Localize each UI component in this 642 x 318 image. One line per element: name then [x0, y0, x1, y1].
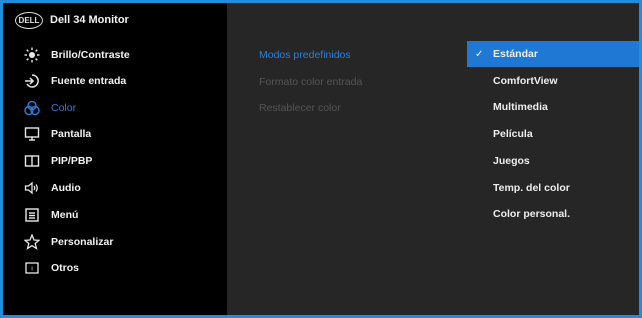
option-juegos[interactable]: Juegos	[467, 148, 639, 174]
sidebar-item-label: Brillo/Contraste	[51, 49, 130, 61]
sidebar-item-label: Pantalla	[51, 128, 92, 140]
sidebar-item-label: Personalizar	[51, 236, 114, 248]
sidebar-item-fuente-entrada[interactable]: Fuente entrada	[3, 68, 227, 94]
submenu-item-modos-predefinidos[interactable]: Modos predefinidos	[259, 49, 351, 61]
display-icon	[24, 126, 40, 142]
sidebar-item-label: Otros	[51, 262, 80, 274]
check-icon: ✓	[475, 48, 484, 60]
input-source-icon	[24, 73, 40, 89]
option-color-personal[interactable]: Color personal.	[467, 201, 639, 227]
option-label: Multimedia	[493, 101, 548, 113]
brightness-icon	[24, 47, 40, 63]
audio-icon	[24, 180, 40, 196]
osd-sidebar: DELL Dell 34 Monitor Brillo/Contraste Fu…	[3, 3, 227, 315]
submenu-item-restablecer-color[interactable]: Restablecer color	[259, 102, 341, 114]
preset-modes-options: ✓ Estándar ComfortView Multimedia Pelícu…	[467, 3, 639, 315]
others-icon: i	[24, 260, 40, 276]
sidebar-item-otros[interactable]: i Otros	[3, 255, 227, 281]
option-label: Temp. del color	[493, 182, 570, 194]
sidebar-item-personalizar[interactable]: Personalizar	[3, 229, 227, 255]
option-temp-del-color[interactable]: Temp. del color	[467, 175, 639, 201]
sidebar-item-pip-pbp[interactable]: PIP/PBP	[3, 148, 227, 174]
option-comfortview[interactable]: ComfortView	[467, 68, 639, 94]
sidebar-item-pantalla[interactable]: Pantalla	[3, 121, 227, 147]
star-icon	[24, 234, 40, 250]
option-label: Película	[493, 128, 533, 140]
svg-text:i: i	[31, 267, 32, 273]
option-label: Estándar	[493, 48, 538, 60]
option-label: ComfortView	[493, 75, 558, 87]
sidebar-item-label: Color	[51, 102, 77, 114]
sidebar-item-audio[interactable]: Audio	[3, 175, 227, 201]
sidebar-item-label: Audio	[51, 182, 81, 194]
pip-pbp-icon	[24, 153, 40, 169]
sidebar-item-brillo-contraste[interactable]: Brillo/Contraste	[3, 42, 227, 68]
monitor-model-title: Dell 34 Monitor	[50, 14, 129, 26]
option-multimedia[interactable]: Multimedia	[467, 94, 639, 120]
osd-header: DELL Dell 34 Monitor	[3, 3, 227, 39]
submenu-item-formato-color-entrada[interactable]: Formato color entrada	[259, 76, 362, 88]
color-submenu: Modos predefinidos Formato color entrada…	[227, 3, 467, 315]
menu-icon	[24, 207, 40, 223]
option-label: Juegos	[493, 155, 530, 167]
sidebar-item-label: Fuente entrada	[51, 75, 127, 87]
sidebar-item-color[interactable]: Color	[3, 95, 227, 121]
sidebar-item-label: PIP/PBP	[51, 155, 93, 167]
sidebar-item-label: Menú	[51, 209, 79, 221]
option-pelicula[interactable]: Película	[467, 121, 639, 147]
option-estandar[interactable]: ✓ Estándar	[467, 41, 639, 67]
sidebar-item-menu[interactable]: Menú	[3, 202, 227, 228]
dell-logo: DELL	[15, 12, 43, 29]
monitor-osd: DELL Dell 34 Monitor Brillo/Contraste Fu…	[3, 3, 639, 315]
color-palette-icon	[24, 100, 40, 116]
option-label: Color personal.	[493, 208, 571, 220]
